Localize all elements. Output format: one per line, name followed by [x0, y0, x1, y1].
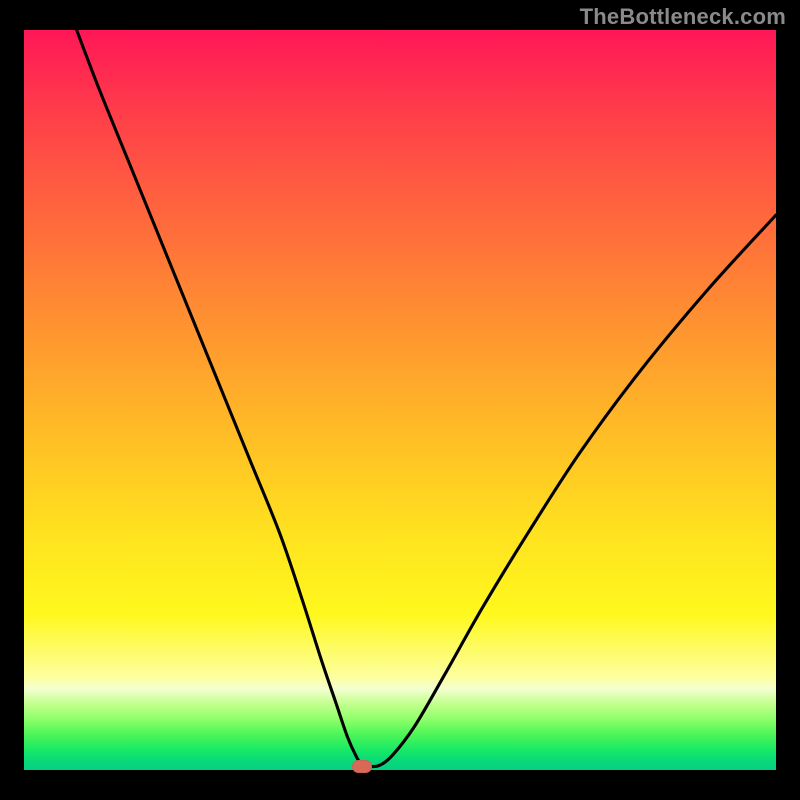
- watermark-text: TheBottleneck.com: [580, 4, 786, 30]
- optimal-point-marker: [352, 760, 372, 773]
- chart-container: { "watermark": { "text": "TheBottleneck.…: [0, 0, 800, 800]
- plot-area: [24, 30, 776, 770]
- curve-svg: [24, 30, 776, 770]
- bottleneck-curve: [77, 30, 776, 767]
